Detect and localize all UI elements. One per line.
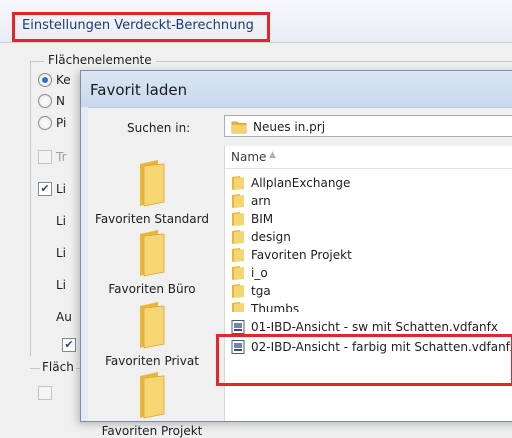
checkbox-li-label: Li (56, 182, 67, 196)
option-li-2: Li (56, 246, 67, 260)
option-li-1: Li (56, 214, 67, 228)
folder-row[interactable]: arn (225, 192, 512, 210)
checkbox-tr[interactable] (38, 150, 52, 164)
folder-name: AllplanExchange (251, 176, 351, 190)
radio-option-3-label: Pi (56, 116, 67, 130)
folder-icon (138, 160, 166, 208)
folder-row[interactable]: BIM (225, 210, 512, 228)
folder-icon (138, 230, 166, 278)
folder-row[interactable]: AllplanExchange (225, 174, 512, 192)
group-border-left (30, 61, 31, 356)
column-header-label: Name (231, 150, 267, 164)
radio-option-1[interactable] (38, 73, 52, 87)
folder-icon (231, 120, 247, 134)
folder-name: Favoriten Projekt (251, 248, 352, 262)
fav-dialog-title-bar[interactable]: Favorit laden (81, 71, 512, 107)
folder-icon (231, 230, 245, 244)
checkbox-lower[interactable]: ✔ (62, 338, 76, 352)
folder-name: Thumbs (251, 302, 300, 312)
folder-icon (231, 248, 245, 262)
place-label: Favoriten Standard (95, 212, 209, 226)
folder-row[interactable]: design (225, 228, 512, 246)
folder-icon (231, 284, 245, 298)
file-name: 01-IBD-Ansicht - sw mit Schatten.vdfanfx (251, 320, 498, 334)
look-in-value: Neues in.prj (253, 120, 326, 134)
places-bar: Favoriten Standard Favoriten Büro Favori… (88, 146, 216, 438)
settings-dialog-title: Einstellungen Verdeckt-Berechnung (22, 18, 254, 33)
folder-row[interactable]: tga (225, 282, 512, 300)
look-in-label: Suchen in: (127, 121, 191, 135)
radio-option-2[interactable] (38, 94, 52, 108)
folder-name: BIM (251, 212, 274, 226)
folder-icon (231, 266, 245, 280)
folder-row[interactable]: Thumbs (225, 300, 512, 312)
folder-icon (231, 212, 245, 226)
files-highlight-box (216, 334, 512, 386)
sort-ascending-icon: ▲ (269, 150, 276, 160)
place-label: Favoriten Projekt (101, 424, 203, 438)
folder-icon (231, 176, 245, 190)
group-label-flaechen: Fläch (40, 360, 76, 374)
checkbox-li[interactable]: ✔ (38, 182, 52, 196)
folder-row[interactable]: Favoriten Projekt (225, 246, 512, 264)
group-label-flaechenelemente: Flächenelemente (44, 53, 156, 67)
look-in-combobox[interactable]: Neues in.prj (224, 115, 512, 137)
place-label: Favoriten Büro (108, 282, 196, 296)
folder-name: tga (251, 284, 271, 298)
folder-icon (138, 302, 166, 350)
radio-option-1-label: Ke (56, 73, 71, 87)
fav-dialog-title: Favorit laden (90, 81, 188, 99)
checkbox-tr-label: Tr (56, 150, 67, 164)
folder-icon (231, 302, 245, 312)
folder-icon (138, 372, 166, 420)
place-label: Favoriten Privat (105, 354, 199, 368)
folder-icon (231, 194, 245, 208)
radio-option-2-label: N (56, 94, 65, 108)
folder-name: i_o (251, 266, 268, 280)
folder-name: design (251, 230, 291, 244)
option-li-3: Li (56, 278, 67, 292)
radio-option-3[interactable] (38, 116, 52, 130)
column-header-name[interactable]: Name ▲ (225, 146, 512, 169)
option-au: Au (56, 310, 72, 324)
folder-name: arn (251, 194, 271, 208)
folder-row[interactable]: i_o (225, 264, 512, 282)
checkbox-lower-2[interactable] (38, 386, 52, 400)
